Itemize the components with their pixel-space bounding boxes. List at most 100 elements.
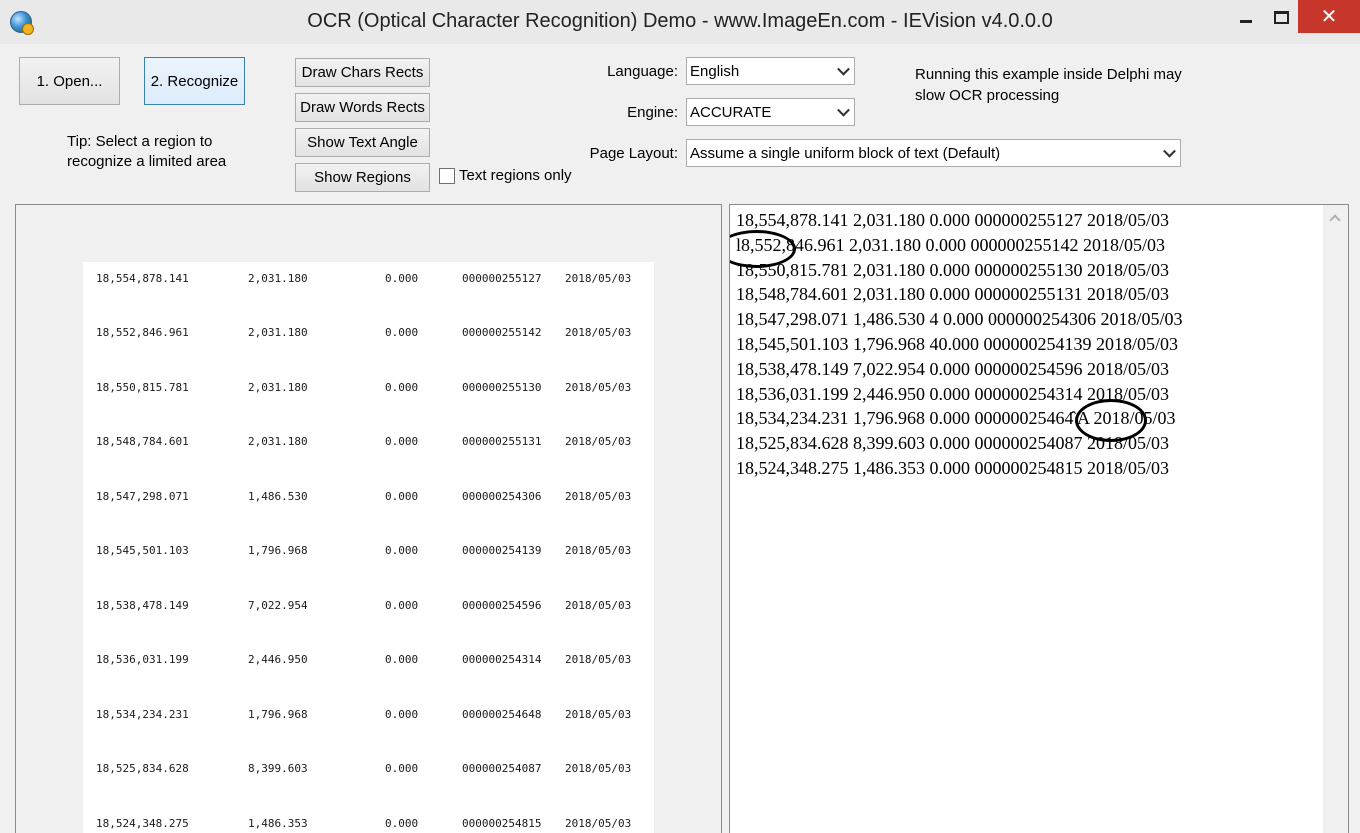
scan-cell: 000000254596 (462, 599, 542, 612)
scan-cell: 0.000 (385, 762, 419, 775)
engine-select[interactable]: ACCURATE (686, 98, 855, 126)
page-layout-select[interactable]: Assume a single uniform block of text (D… (686, 139, 1181, 167)
scan-cell: 18,547,298.071 (96, 490, 189, 503)
scan-row: 18,536,031.199 2,446.950 0.000 000000254314… (83, 653, 654, 673)
minimize-button[interactable] (1226, 0, 1266, 34)
engine-value: ACCURATE (690, 103, 772, 121)
close-button[interactable]: ✕ (1298, 0, 1360, 33)
scan-cell: 18,536,031.199 (96, 653, 189, 666)
scan-cell: 18,525,834.628 (96, 762, 189, 775)
ocr-result-line: 18,554,878.141 2,031.180 0.000 000000255… (736, 210, 1170, 230)
scan-cell: 000000254648 (462, 708, 542, 721)
window-title: OCR (Optical Character Recognition) Demo… (307, 10, 1053, 32)
scan-row: 18,538,478.149 7,022.954 0.000 000000254596… (83, 599, 654, 619)
scan-cell: 2018/05/03 (565, 326, 632, 339)
checkbox-box[interactable] (439, 167, 455, 184)
page-layout-value: Assume a single uniform block of text (D… (690, 144, 1001, 162)
scan-row: 18,554,878.141 2,031.180 0.000 000000255127… (83, 272, 654, 292)
minimize-icon (1240, 19, 1252, 23)
scan-cell: 0.000 (385, 435, 419, 448)
scan-row: 18,545,501.103 1,796.968 0.000 000000254139… (83, 544, 654, 564)
scan-cell: 2018/05/03 (565, 762, 632, 775)
scan-cell: 18,554,878.141 (96, 272, 189, 285)
scan-cell: 8,399.603 (248, 762, 308, 775)
scan-row: 18,548,784.601 2,031.180 0.000 000000255131… (83, 435, 654, 455)
maximize-button[interactable] (1264, 0, 1298, 34)
draw-chars-rects-button[interactable]: Draw Chars Rects (295, 58, 430, 87)
scan-cell: 18,534,234.231 (96, 708, 189, 721)
ocr-result-line: 18,538,478.149 7,022.954 0.000 000000254… (736, 358, 1170, 379)
scan-cell: 000000254314 (462, 653, 542, 666)
dropdown-arrow-icon (1163, 144, 1176, 158)
scan-cell: 18,550,815.781 (96, 381, 189, 394)
scan-cell: 2,031.180 (248, 381, 308, 394)
scan-row: 18,534,234.231 1,796.968 0.000 000000254648… (83, 708, 654, 728)
show-text-angle-button[interactable]: Show Text Angle (295, 128, 430, 157)
scan-cell: 0.000 (385, 490, 419, 503)
scan-cell: 0.000 (385, 381, 419, 394)
scan-cell: 2018/05/03 (565, 817, 632, 830)
scan-cell: 000000254306 (462, 490, 542, 503)
scanned-document[interactable]: 18,554,878.141 2,031.180 0.000 000000255127… (83, 262, 654, 833)
scan-cell: 0.000 (385, 326, 419, 339)
scroll-up-arrow-icon[interactable] (1329, 214, 1341, 226)
scan-cell: 1,796.968 (248, 708, 308, 721)
scan-cell: 1,486.530 (248, 490, 308, 503)
delphi-note: Running this example inside Delphi may s… (915, 66, 1182, 104)
text-regions-only-checkbox[interactable]: Text regions only (439, 167, 572, 184)
scan-cell: 2,031.180 (248, 435, 308, 448)
page-layout-label: Page Layout: (589, 145, 678, 162)
tip-text: Tip: Select a region to recognize a limi… (67, 133, 227, 170)
ocr-result-line: l8,552,846.961 2,031.180 0.000 000000255… (736, 234, 1166, 255)
title-bar: OCR (Optical Character Recognition) Demo… (0, 0, 1360, 44)
scan-cell: 1,486.353 (248, 817, 308, 830)
scan-cell: 18,552,846.961 (96, 326, 189, 339)
ocr-result-line: 18,548,784.601 2,031.180 0.000 000000255… (736, 284, 1170, 305)
scan-cell: 000000255131 (462, 435, 542, 448)
scan-cell: 2018/05/03 (565, 272, 632, 285)
draw-words-rects-button[interactable]: Draw Words Rects (295, 93, 430, 122)
scan-cell: 2,031.180 (248, 272, 308, 285)
scan-cell: 0.000 (385, 599, 419, 612)
scan-row: 18,525,834.628 8,399.603 0.000 000000254087… (83, 762, 654, 782)
image-viewer[interactable]: 18,554,878.141 2,031.180 0.000 000000255127… (15, 204, 722, 833)
dropdown-arrow-icon (837, 103, 850, 117)
recognize-button[interactable]: 2. Recognize (144, 57, 245, 105)
scan-cell: 2018/05/03 (565, 544, 632, 557)
vertical-scrollbar[interactable] (1323, 205, 1348, 833)
text-regions-only-label: Text regions only (459, 167, 572, 184)
scan-row: 18,550,815.781 2,031.180 0.000 000000255130… (83, 381, 654, 401)
scan-cell: 18,524,348.275 (96, 817, 189, 830)
ocr-result-line: 18,545,501.103 1,796.968 40.000 00000025… (736, 333, 1179, 354)
close-icon: ✕ (1320, 6, 1338, 28)
scan-cell: 000000254087 (462, 762, 542, 775)
scan-cell: 2,446.950 (248, 653, 308, 666)
error-highlight-ellipse (1075, 399, 1147, 442)
language-select[interactable]: English (686, 57, 855, 85)
scan-cell: 2018/05/03 (565, 381, 632, 394)
scan-row: 18,524,348.275 1,486.353 0.000 000000254815… (83, 817, 654, 833)
ocr-result-line: 18,524,348.275 1,486.353 0.000 000000254… (736, 457, 1170, 478)
scan-cell: 18,538,478.149 (96, 599, 189, 612)
ocr-result-memo[interactable]: 18,554,878.141 2,031.180 0.000 000000255… (729, 204, 1349, 833)
scan-cell: 2018/05/03 (565, 490, 632, 503)
scan-cell: 2018/05/03 (565, 653, 632, 666)
scan-cell: 0.000 (385, 708, 419, 721)
scan-cell: 000000255130 (462, 381, 542, 394)
scan-cell: 0.000 (385, 272, 419, 285)
scan-cell: 2018/05/03 (565, 708, 632, 721)
ocr-result-line: 18,550,815.781 2,031.180 0.000 000000255… (736, 259, 1170, 280)
scan-row: 18,552,846.961 2,031.180 0.000 000000255142… (83, 326, 654, 346)
scan-cell: 18,545,501.103 (96, 544, 189, 557)
language-label: Language: (607, 63, 678, 80)
scan-cell: 000000254139 (462, 544, 542, 557)
dropdown-arrow-icon (837, 62, 850, 76)
scan-cell: 2018/05/03 (565, 435, 632, 448)
scan-cell: 0.000 (385, 544, 419, 557)
ocr-result-line: 18,547,298.071 1,486.530 4 0.000 0000002… (736, 309, 1183, 330)
scan-cell: 000000254815 (462, 817, 542, 830)
show-regions-button[interactable]: Show Regions (295, 163, 430, 192)
scan-cell: 000000255127 (462, 272, 542, 285)
open-button[interactable]: 1. Open... (19, 57, 120, 105)
engine-label: Engine: (627, 104, 678, 121)
